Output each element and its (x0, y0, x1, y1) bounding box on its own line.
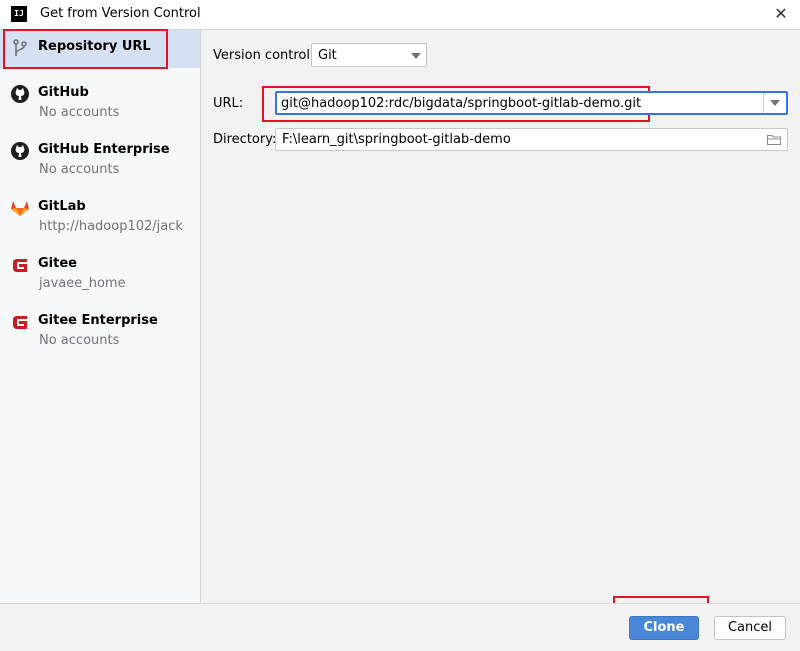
gitee-icon (13, 259, 27, 272)
url-history-dropdown[interactable] (763, 93, 786, 113)
chevron-down-icon (770, 100, 780, 106)
version-control-select[interactable]: Git (311, 43, 427, 67)
sidebar-item-sublabel: http://hadoop102/jack (39, 219, 183, 234)
sidebar-item-sublabel: No accounts (39, 333, 120, 348)
sidebar-item-label: GitHub (38, 85, 89, 100)
intellij-icon: IJ (11, 6, 27, 22)
sidebar-item-github[interactable]: GitHub No accounts (0, 76, 200, 130)
url-label: URL: (213, 96, 244, 111)
directory-input[interactable]: F:\learn_git\springboot-gitlab-demo (275, 128, 788, 151)
title-bar: IJ Get from Version Control ✕ (0, 0, 800, 30)
clone-button[interactable]: Clone (629, 616, 699, 640)
version-control-label: Version control: (213, 48, 315, 63)
sidebar-item-gitee-enterprise[interactable]: Gitee Enterprise No accounts (0, 304, 200, 358)
sidebar-item-sublabel: No accounts (39, 162, 120, 177)
cancel-button[interactable]: Cancel (714, 616, 786, 640)
github-icon (11, 142, 29, 160)
directory-value: F:\learn_git\springboot-gitlab-demo (282, 132, 511, 147)
sidebar-item-label: GitHub Enterprise (38, 142, 170, 157)
gitee-icon (13, 316, 27, 329)
chevron-down-icon (411, 53, 421, 59)
sidebar: Repository URL GitHub No accounts GitHub… (0, 30, 201, 603)
gitlab-icon (11, 201, 29, 216)
sidebar-item-label: Gitee Enterprise (38, 313, 158, 328)
close-icon[interactable]: ✕ (770, 3, 792, 25)
sidebar-item-gitee[interactable]: Gitee javaee_home (0, 247, 200, 301)
sidebar-item-gitlab[interactable]: GitLab http://hadoop102/jack (0, 190, 200, 244)
sidebar-item-label: Gitee (38, 256, 77, 271)
sidebar-item-github-enterprise[interactable]: GitHub Enterprise No accounts (0, 133, 200, 187)
url-input[interactable]: git@hadoop102:rdc/bigdata/springboot-git… (275, 91, 788, 115)
url-value: git@hadoop102:rdc/bigdata/springboot-git… (281, 96, 642, 111)
version-control-value: Git (318, 48, 337, 63)
folder-icon[interactable] (767, 134, 781, 145)
sidebar-item-sublabel: javaee_home (39, 276, 126, 291)
sidebar-item-label: GitLab (38, 199, 86, 214)
highlight-box-repository-url (3, 29, 168, 69)
directory-label: Directory: (213, 132, 277, 147)
github-icon (11, 85, 29, 103)
window-title: Get from Version Control (40, 6, 201, 21)
sidebar-item-sublabel: No accounts (39, 105, 120, 120)
